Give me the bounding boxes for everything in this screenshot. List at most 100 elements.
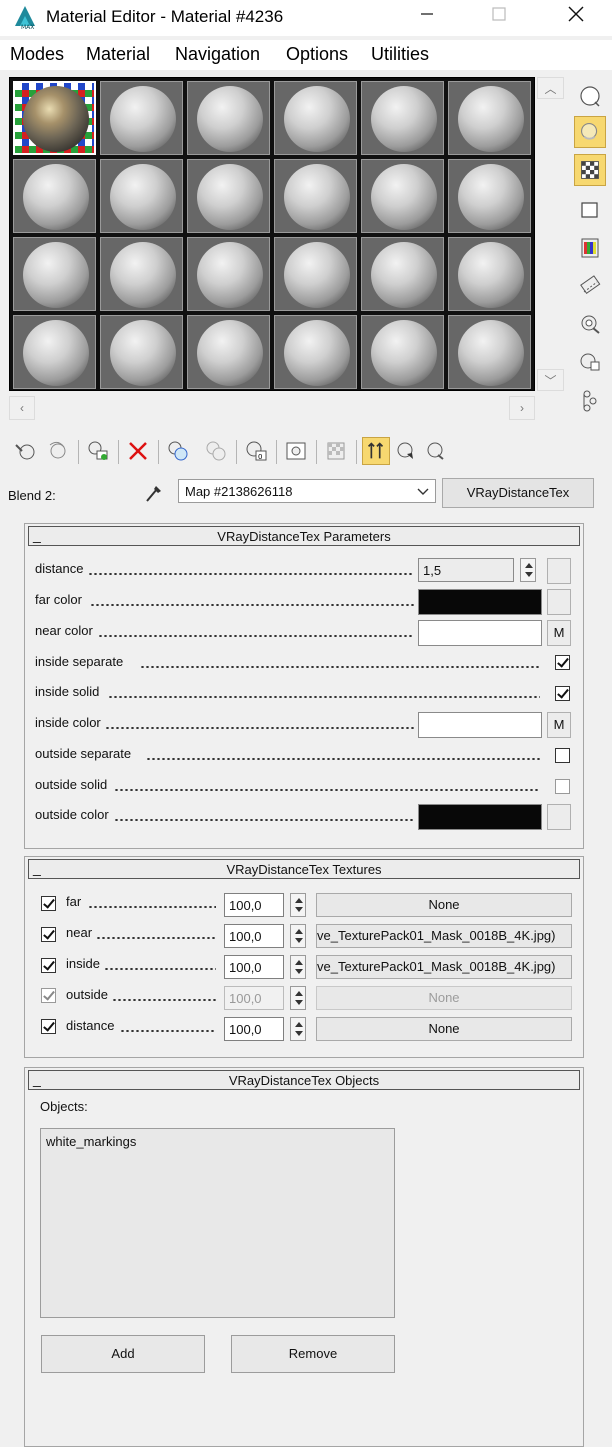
sample-slot[interactable]	[274, 237, 357, 311]
menu-modes[interactable]: Modes	[10, 44, 64, 65]
video-color-check-icon[interactable]	[574, 232, 606, 264]
material-map-options-icon[interactable]	[422, 437, 450, 465]
sample-slot[interactable]	[100, 159, 183, 233]
sample-slot[interactable]	[361, 159, 444, 233]
put-to-library-icon[interactable]	[202, 437, 230, 465]
scroll-right-icon[interactable]: ›	[509, 396, 535, 420]
eyedropper-icon[interactable]	[142, 480, 166, 506]
sample-slot[interactable]	[187, 237, 270, 311]
sample-slot[interactable]	[361, 315, 444, 389]
sample-slot[interactable]	[361, 81, 444, 155]
select-by-material-icon[interactable]	[574, 346, 606, 378]
sample-slot[interactable]	[187, 315, 270, 389]
sample-slot[interactable]	[274, 159, 357, 233]
sample-slot[interactable]	[448, 159, 531, 233]
inside-texture-checkbox[interactable]	[41, 958, 56, 973]
far-color-swatch[interactable]	[418, 589, 542, 615]
outside-solid-checkbox[interactable]	[555, 779, 570, 794]
objects-listbox[interactable]: white_markings	[40, 1128, 395, 1318]
near-amount-spinner[interactable]	[290, 924, 306, 948]
close-icon[interactable]	[552, 0, 598, 32]
sample-slot[interactable]	[187, 81, 270, 155]
menu-navigation[interactable]: Navigation	[175, 44, 260, 65]
distance-texture-checkbox[interactable]	[41, 1019, 56, 1034]
near-color-swatch[interactable]	[418, 620, 542, 646]
sample-slot[interactable]	[448, 315, 531, 389]
inside-color-map-button[interactable]: M	[547, 712, 571, 738]
get-material-icon[interactable]	[12, 437, 40, 465]
inside-color-swatch[interactable]	[418, 712, 542, 738]
far-texture-checkbox[interactable]	[41, 896, 56, 911]
add-button[interactable]: Add	[41, 1335, 205, 1373]
outside-color-swatch[interactable]	[418, 804, 542, 830]
outside-texture-map-button[interactable]: None	[316, 986, 572, 1010]
sample-slot[interactable]	[100, 315, 183, 389]
sample-slot[interactable]	[13, 237, 96, 311]
far-texture-map-button[interactable]: None	[316, 893, 572, 917]
backlight-icon[interactable]	[574, 116, 606, 148]
show-end-result-icon[interactable]	[322, 437, 350, 465]
distance-amount-spinner[interactable]	[290, 1017, 306, 1041]
menu-material[interactable]: Material	[86, 44, 150, 65]
go-to-parent-icon[interactable]	[362, 437, 390, 465]
outside-amount-spinner[interactable]	[290, 986, 306, 1010]
map-name-dropdown[interactable]: Map #2138626118	[178, 479, 436, 503]
put-to-scene-icon[interactable]	[44, 437, 72, 465]
sample-slot[interactable]	[187, 159, 270, 233]
inside-amount-field[interactable]: 100,0	[224, 955, 284, 979]
inside-amount-spinner[interactable]	[290, 955, 306, 979]
map-type-button[interactable]: VRayDistanceTex	[442, 478, 594, 508]
near-texture-checkbox[interactable]	[41, 927, 56, 942]
distance-spinner[interactable]	[520, 558, 536, 582]
outside-texture-checkbox[interactable]	[41, 988, 56, 1003]
far-amount-spinner[interactable]	[290, 893, 306, 917]
distance-map-button[interactable]	[547, 558, 571, 584]
outside-color-map-button[interactable]	[547, 804, 571, 830]
sample-type-icon[interactable]	[574, 80, 606, 112]
sample-slot[interactable]	[100, 81, 183, 155]
material-id-channel-icon[interactable]: 0	[242, 437, 270, 465]
sample-slot[interactable]	[13, 159, 96, 233]
scroll-down-icon[interactable]: ﹀	[537, 369, 564, 391]
sample-slot[interactable]	[274, 81, 357, 155]
sample-uv-tiling-icon[interactable]	[574, 194, 606, 226]
reset-map-icon[interactable]	[124, 437, 152, 465]
show-shaded-in-viewport-icon[interactable]	[282, 437, 310, 465]
material-map-navigator-icon[interactable]	[574, 384, 606, 416]
distance-field[interactable]: 1,5	[418, 558, 514, 582]
vertical-scrollbar[interactable]: ︿ ﹀	[537, 77, 564, 391]
make-preview-icon[interactable]	[574, 270, 606, 302]
inside-solid-checkbox[interactable]	[555, 686, 570, 701]
sample-slot[interactable]	[13, 315, 96, 389]
near-amount-field[interactable]: 100,0	[224, 924, 284, 948]
distance-amount-field[interactable]: 100,0	[224, 1017, 284, 1041]
sample-slot[interactable]	[100, 237, 183, 311]
list-item[interactable]: white_markings	[46, 1134, 136, 1149]
horizontal-scrollbar[interactable]: ‹ ›	[9, 395, 537, 421]
scroll-left-icon[interactable]: ‹	[9, 396, 35, 420]
inside-texture-map-button[interactable]: ve_TexturePack01_Mask_0018B_4K.jpg)	[316, 955, 572, 979]
sample-slot[interactable]	[361, 237, 444, 311]
remove-button[interactable]: Remove	[231, 1335, 395, 1373]
go-forward-to-sibling-icon[interactable]	[392, 437, 420, 465]
chevron-down-icon[interactable]	[415, 482, 431, 500]
options-icon[interactable]	[574, 308, 606, 340]
inside-separate-checkbox[interactable]	[555, 655, 570, 670]
parameters-rollout-header[interactable]: _ VRayDistanceTex Parameters	[28, 526, 580, 546]
distance-texture-map-button[interactable]: None	[316, 1017, 572, 1041]
far-amount-field[interactable]: 100,0	[224, 893, 284, 917]
make-unique-icon[interactable]	[164, 437, 192, 465]
sample-slot[interactable]	[448, 237, 531, 311]
sample-slot[interactable]	[448, 81, 531, 155]
outside-amount-field[interactable]: 100,0	[224, 986, 284, 1010]
outside-separate-checkbox[interactable]	[555, 748, 570, 763]
far-color-map-button[interactable]	[547, 589, 571, 615]
sample-slot[interactable]	[274, 315, 357, 389]
scroll-up-icon[interactable]: ︿	[537, 77, 564, 99]
textures-rollout-header[interactable]: _ VRayDistanceTex Textures	[28, 859, 580, 879]
maximize-icon[interactable]	[476, 0, 522, 32]
menu-utilities[interactable]: Utilities	[371, 44, 429, 65]
minimize-icon[interactable]	[404, 0, 450, 32]
background-icon[interactable]	[574, 154, 606, 186]
near-color-map-button[interactable]: M	[547, 620, 571, 646]
